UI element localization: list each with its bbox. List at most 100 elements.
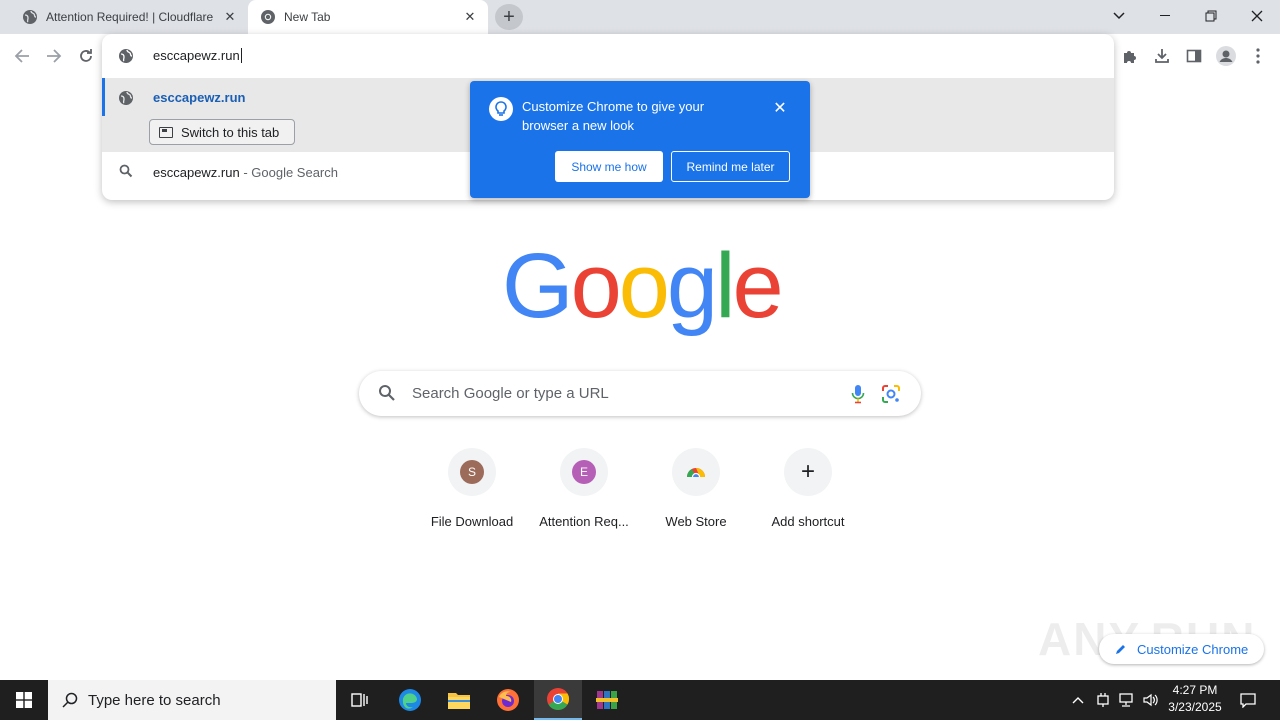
task-view-button[interactable] [336,680,384,720]
puzzle-icon [1124,51,1136,63]
close-window-button[interactable] [1234,0,1280,32]
plus-icon: + [800,458,815,485]
switch-to-tab-label: Switch to this tab [181,124,280,140]
search-icon [119,164,133,178]
taskbar-file-explorer[interactable] [435,680,483,720]
side-panel-button[interactable] [1182,44,1206,68]
reload-button[interactable] [74,44,98,68]
downloads-button[interactable] [1150,44,1174,68]
logo-letter: e [732,235,784,337]
switch-to-tab-button[interactable]: Switch to this tab [149,119,295,145]
network-button[interactable] [1116,680,1138,720]
globe-icon [119,91,133,105]
taskbar-search-placeholder: Type here to search [88,691,221,709]
chevron-up-icon [1072,697,1084,704]
customize-label: Customize Chrome [1137,641,1249,657]
menu-button[interactable] [1246,44,1270,68]
show-me-how-button[interactable]: Show me how [555,151,663,182]
lightbulb-icon [489,97,513,121]
close-tab-icon[interactable]: ✕ [222,9,238,25]
taskbar-chrome[interactable] [534,680,582,720]
microphone-icon[interactable] [851,384,865,404]
tab-title: New Tab [284,10,331,24]
profile-button[interactable] [1214,44,1238,68]
customize-chrome-button[interactable]: Customize Chrome [1099,634,1264,664]
task-view-icon [351,693,368,707]
tab-new-tab[interactable]: New Tab ✕ [248,0,488,34]
shortcut-file-download[interactable]: S File Download [416,448,528,538]
remind-me-later-button[interactable]: Remind me later [671,151,790,182]
shortcut-tile[interactable]: + [784,448,832,496]
extensions-button[interactable] [1118,44,1142,68]
promo-text: Customize Chrome to give your browser a … [522,99,705,133]
search-suffix: - Google Search [239,165,338,180]
download-icon [1155,49,1169,63]
back-button[interactable] [10,44,34,68]
google-logo: Google [502,235,784,337]
tab-search-button[interactable] [1096,0,1142,32]
back-arrow-icon [14,49,29,63]
taskbar-search[interactable]: Type here to search [48,680,336,720]
logo-letter: l [715,235,736,337]
chevron-down-icon [1113,12,1125,20]
close-tab-icon[interactable]: ✕ [462,9,478,25]
logo-letter: g [666,235,718,337]
tab-strip: Attention Required! | Cloudflare ✕ New T… [0,0,1280,34]
restore-button[interactable] [1188,0,1234,32]
chrome-icon [260,9,276,25]
google-lens-icon[interactable] [881,384,901,404]
taskbar-edge[interactable] [386,680,434,720]
firefox-icon [497,689,519,711]
selection-indicator [102,78,105,116]
forward-arrow-icon [47,49,62,63]
notifications-button[interactable] [1234,680,1262,720]
restore-icon [1205,10,1217,22]
usb-device-icon [1097,693,1109,707]
taskbar: Type here to search 4:27 PM 3/23/2025 [0,680,1280,720]
side-panel-icon [1186,49,1202,63]
search-placeholder[interactable]: Search Google or type a URL [412,385,609,402]
pencil-icon [1116,645,1125,654]
omnibox[interactable]: esccapewz.run [102,34,1114,78]
network-icon [1119,693,1133,707]
start-button[interactable] [0,680,48,720]
plus-icon: + [503,5,515,28]
minimize-icon [1160,15,1170,16]
shortcut-label: Web Store [665,514,727,529]
add-shortcut-button[interactable]: + Add shortcut [752,448,864,538]
tab-title: Attention Required! | Cloudflare [46,10,214,24]
ntp-search-box[interactable]: Search Google or type a URL [359,371,921,416]
shortcut-avatar: S [460,460,484,484]
tray-device-icon[interactable] [1092,680,1114,720]
logo-letter: o [618,235,670,337]
search-icon [62,692,78,708]
reload-icon [80,49,92,62]
shortcut-avatar: E [572,460,596,484]
shortcut-tile[interactable] [672,448,720,496]
windows-icon [16,692,32,708]
suggestion-search-text[interactable]: esccapewz.run - Google Search [153,165,338,180]
tab-cloudflare[interactable]: Attention Required! | Cloudflare ✕ [8,0,248,34]
search-icon [379,385,395,401]
speaker-icon [1143,693,1158,707]
taskbar-firefox[interactable] [484,680,532,720]
volume-button[interactable] [1140,680,1162,720]
suggestion-url[interactable]: esccapewz.run [153,90,246,105]
forward-button[interactable] [42,44,66,68]
shortcut-label: Add shortcut [771,514,845,529]
new-tab-button[interactable]: + [495,4,523,30]
shortcut-attention-required[interactable]: E Attention Req... [528,448,640,538]
clock-time: 4:27 PM [1172,683,1218,697]
shortcut-tile[interactable]: S [448,448,496,496]
show-hidden-icons-button[interactable] [1068,680,1088,720]
shortcut-tile[interactable]: E [560,448,608,496]
shortcut-web-store[interactable]: Web Store [640,448,752,538]
globe-icon [22,9,38,25]
clock[interactable]: 4:27 PM 3/23/2025 [1162,682,1228,716]
shortcut-label: File Download [430,514,514,529]
omnibox-input[interactable]: esccapewz.run [153,48,242,63]
notification-icon [1240,693,1256,708]
taskbar-winrar[interactable] [583,680,631,720]
close-icon[interactable]: ✕ [772,100,788,117]
minimize-button[interactable] [1142,0,1188,32]
